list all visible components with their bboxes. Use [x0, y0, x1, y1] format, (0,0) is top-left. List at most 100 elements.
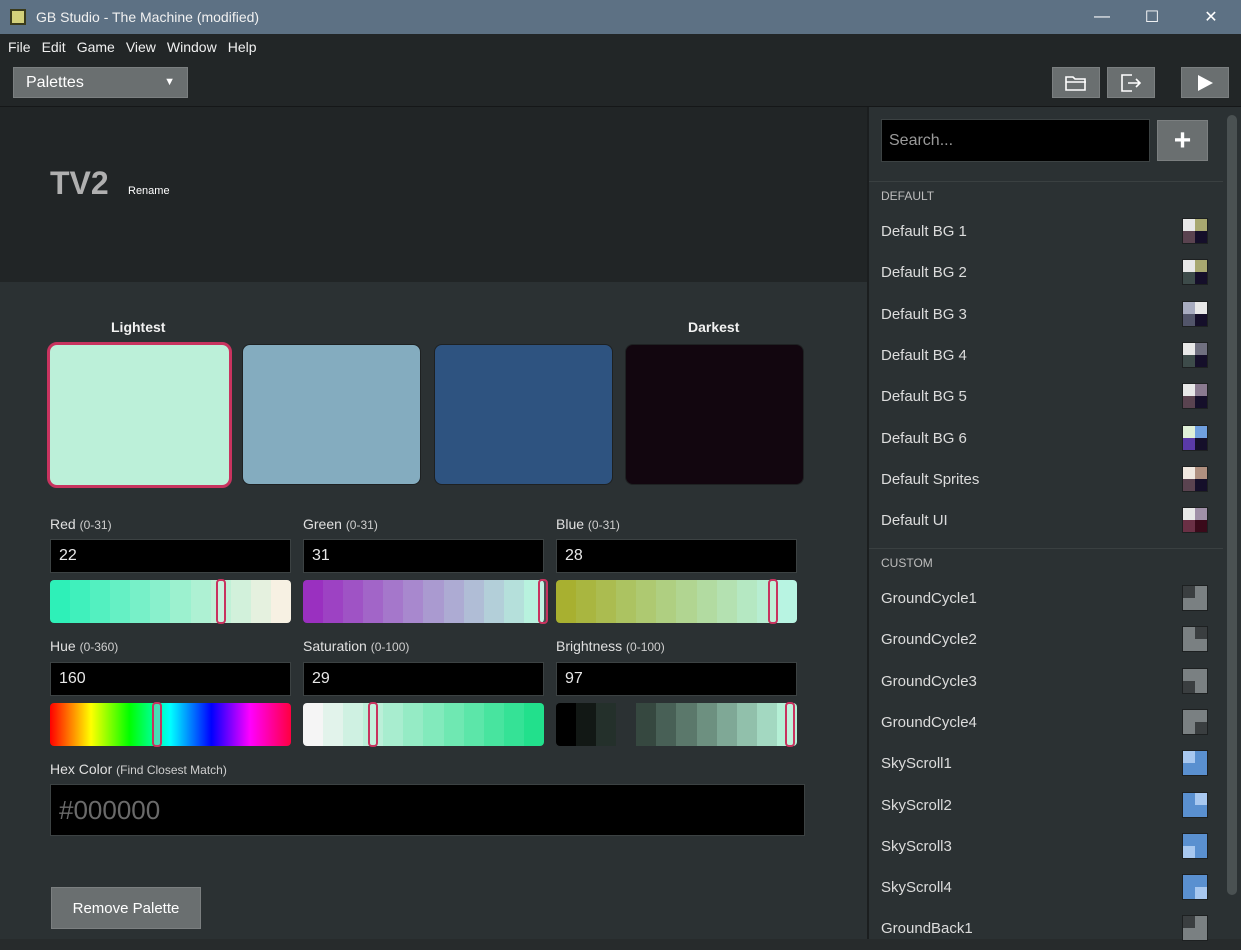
- hue-slider-handle[interactable]: [152, 702, 162, 747]
- palette-list-item-label: GroundCycle1: [881, 590, 977, 607]
- menu-edit[interactable]: Edit: [42, 39, 66, 55]
- saturation-input[interactable]: 29: [303, 662, 544, 696]
- thumbnail-cell: [1195, 301, 1207, 314]
- blue-slider-handle[interactable]: [768, 579, 778, 624]
- minimize-button[interactable]: —: [1079, 0, 1125, 34]
- saturation-label: Saturation (0-100): [303, 638, 410, 654]
- palette-list-item[interactable]: Default UI: [869, 501, 1223, 542]
- thumbnail-cell: [1195, 916, 1207, 929]
- thumbnail-cell: [1195, 680, 1207, 693]
- export-button[interactable]: [1107, 67, 1155, 98]
- remove-palette-button[interactable]: Remove Palette: [51, 887, 201, 929]
- slider-segment: [130, 580, 151, 623]
- swatch-darkest[interactable]: [625, 344, 804, 485]
- palette-list-item[interactable]: Default BG 2: [869, 253, 1223, 294]
- swatch-lightest[interactable]: [47, 342, 232, 488]
- hue-slider[interactable]: [50, 703, 291, 746]
- brightness-input[interactable]: 97: [556, 662, 797, 696]
- palette-thumbnail: [1182, 874, 1208, 901]
- green-slider-handle[interactable]: [538, 579, 548, 624]
- thumbnail-cell: [1195, 425, 1207, 438]
- palette-thumbnail: [1182, 218, 1208, 244]
- thumbnail-cell: [1183, 709, 1195, 722]
- menu-help[interactable]: Help: [228, 39, 257, 55]
- thumbnail-cell: [1195, 354, 1207, 367]
- slider-segment: [636, 580, 657, 623]
- palette-list-item[interactable]: SkyScroll3: [869, 827, 1223, 868]
- palette-list-item[interactable]: Default BG 3: [869, 295, 1223, 336]
- hue-label: Hue (0-360): [50, 638, 119, 654]
- slider-segment: [503, 703, 524, 746]
- palette-list-item[interactable]: GroundCycle2: [869, 620, 1223, 661]
- slider-segment: [656, 580, 677, 623]
- palette-list-item[interactable]: Default BG 4: [869, 336, 1223, 377]
- play-button[interactable]: [1181, 67, 1229, 98]
- menu-window[interactable]: Window: [167, 39, 217, 55]
- palette-list-item-label: Default BG 5: [881, 388, 967, 406]
- brightness-slider-handle[interactable]: [785, 702, 795, 747]
- menu-view[interactable]: View: [126, 39, 156, 55]
- palette-list-item[interactable]: GroundCycle4: [869, 703, 1223, 744]
- palette-list-item[interactable]: Default BG 1: [869, 212, 1223, 253]
- slider-segment: [596, 703, 617, 746]
- palette-list-item[interactable]: SkyScroll4: [869, 868, 1223, 909]
- blue-slider[interactable]: [556, 580, 797, 623]
- brightness-slider[interactable]: [556, 703, 797, 746]
- thumbnail-cell: [1183, 231, 1195, 243]
- palette-list-item[interactable]: Default BG 5: [869, 377, 1223, 418]
- scrollbar-thumb[interactable]: [1227, 115, 1237, 895]
- maximize-button[interactable]: ☐: [1129, 0, 1175, 34]
- palette-thumbnail: [1182, 383, 1208, 410]
- green-label: Green (0-31): [303, 516, 378, 532]
- add-palette-button[interactable]: +: [1157, 120, 1208, 161]
- palette-list-item[interactable]: Default Sprites: [869, 460, 1223, 501]
- swatch-light[interactable]: [242, 344, 421, 485]
- saturation-slider-handle[interactable]: [368, 702, 378, 747]
- open-folder-button[interactable]: [1052, 67, 1100, 98]
- palette-list-item[interactable]: SkyScroll1: [869, 744, 1223, 785]
- section-dropdown-label: Palettes: [26, 73, 84, 91]
- thumbnail-cell: [1183, 520, 1195, 533]
- hex-color-input[interactable]: #000000: [50, 784, 805, 836]
- blue-input[interactable]: 28: [556, 539, 797, 573]
- red-slider[interactable]: [50, 580, 291, 623]
- palette-list-item[interactable]: SkyScroll2: [869, 786, 1223, 827]
- thumbnail-cell: [1195, 437, 1207, 450]
- menu-game[interactable]: Game: [77, 39, 115, 55]
- sidebar-scrollbar[interactable]: [1223, 107, 1241, 939]
- slider-segment: [323, 703, 344, 746]
- palette-list-item-label: GroundBack1: [881, 920, 973, 938]
- thumbnail-cell: [1195, 721, 1207, 734]
- palette-list-item-label: Default BG 2: [881, 264, 967, 282]
- slider-segment: [776, 580, 797, 623]
- slider-segment: [190, 580, 211, 623]
- thumbnail-cell: [1195, 751, 1207, 764]
- slider-segment: [343, 703, 364, 746]
- rename-button[interactable]: Rename: [128, 185, 170, 197]
- red-input[interactable]: 22: [50, 539, 291, 573]
- green-slider[interactable]: [303, 580, 544, 623]
- green-input[interactable]: 31: [303, 539, 544, 573]
- red-slider-handle[interactable]: [216, 579, 226, 624]
- thumbnail-cell: [1195, 875, 1207, 888]
- palette-list-item[interactable]: GroundCycle1: [869, 579, 1223, 620]
- palette-list-item-label: SkyScroll3: [881, 837, 952, 855]
- section-dropdown[interactable]: Palettes ▼: [13, 67, 188, 98]
- saturation-slider[interactable]: [303, 703, 544, 746]
- thumbnail-cell: [1183, 668, 1195, 681]
- toolbar: Palettes ▼: [0, 60, 1241, 107]
- palette-list-item[interactable]: GroundBack1: [869, 909, 1223, 950]
- slider-segment: [270, 580, 291, 623]
- slider-segment: [170, 580, 191, 623]
- palette-list-item[interactable]: Default BG 6: [869, 419, 1223, 460]
- thumbnail-cell: [1195, 466, 1207, 479]
- slider-segment: [303, 703, 324, 746]
- thumbnail-cell: [1183, 845, 1195, 858]
- palette-list-item[interactable]: GroundCycle3: [869, 662, 1223, 703]
- menu-file[interactable]: File: [8, 39, 31, 55]
- brightness-label: Brightness (0-100): [556, 638, 665, 654]
- hue-input[interactable]: 160: [50, 662, 291, 696]
- close-button[interactable]: ✕: [1188, 0, 1234, 34]
- search-input[interactable]: Search...: [881, 119, 1150, 162]
- swatch-dark[interactable]: [434, 344, 613, 485]
